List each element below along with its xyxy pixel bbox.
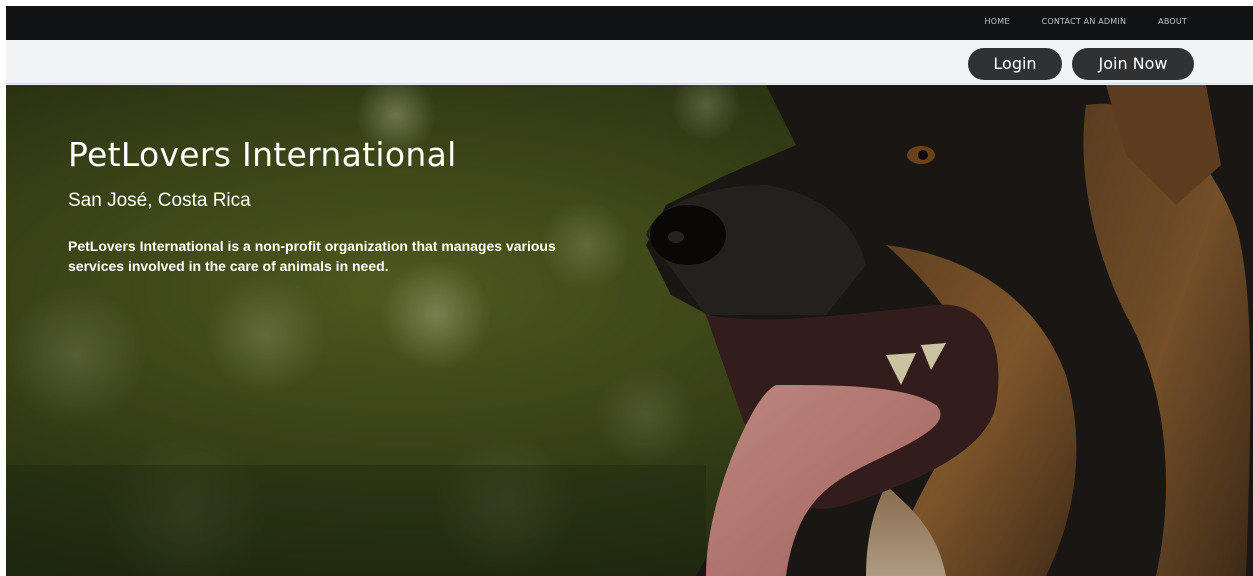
join-now-button[interactable]: Join Now [1072, 48, 1194, 80]
login-button[interactable]: Login [968, 48, 1062, 80]
hero-text-block: PetLovers International San José, Costa … [68, 135, 558, 276]
page: HOME CONTACT AN ADMIN ABOUT Login Join N… [6, 6, 1253, 576]
hero-banner: PetLovers International San José, Costa … [6, 85, 1253, 576]
top-navigation-bar: HOME CONTACT AN ADMIN ABOUT [6, 6, 1253, 40]
hero-description: PetLovers International is a non-profit … [68, 238, 556, 274]
top-nav: HOME CONTACT AN ADMIN ABOUT [985, 17, 1188, 26]
auth-bar: Login Join Now [6, 40, 1253, 84]
hero-title: PetLovers International [68, 135, 457, 174]
nav-link-home[interactable]: HOME [985, 17, 1010, 26]
nav-link-contact-admin[interactable]: CONTACT AN ADMIN [1042, 17, 1127, 26]
nav-link-about[interactable]: ABOUT [1158, 17, 1187, 26]
hero-location: San José, Costa Rica [68, 190, 251, 211]
